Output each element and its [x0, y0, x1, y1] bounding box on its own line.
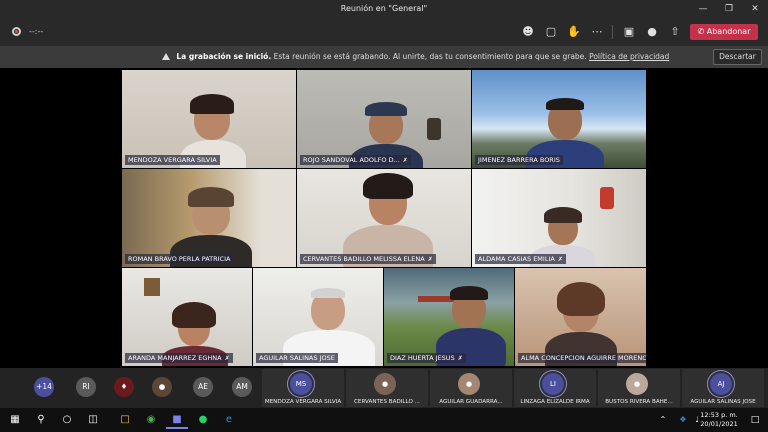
mic-muted-icon: ✗ — [557, 256, 563, 263]
dragon-avatar-icon: ♦ — [120, 382, 128, 391]
more-participants-badge[interactable]: +14 — [34, 377, 54, 397]
mic-muted-icon: ✗ — [402, 157, 408, 164]
participant-name: DIAZ HUERTA JESUS ✗ — [387, 353, 466, 363]
warning-icon — [162, 53, 170, 60]
video-tile[interactable]: ALMA CONCEPCION AGUIRRE MORENO✗ — [515, 268, 646, 366]
roster-tile[interactable]: ● CERVANTES BADILLO ... — [346, 369, 428, 407]
microphone-icon[interactable]: ● — [643, 23, 661, 41]
avatar[interactable]: ♦ — [114, 377, 134, 397]
avatar[interactable]: RI — [76, 377, 96, 397]
share-screen-icon[interactable]: ⇧ — [666, 23, 684, 41]
avatar: AJ — [710, 373, 732, 395]
close-icon[interactable]: ✕ — [742, 0, 768, 18]
mic-muted-icon: ✗ — [224, 355, 230, 362]
title-bar: Reunión en "General" — ❐ ✕ — [0, 0, 768, 18]
window-title: Reunión en "General" — [340, 4, 428, 13]
roster-tile[interactable]: MS MENDOZA VERGARA SILVIA — [262, 369, 344, 407]
person-avatar-icon: ● — [381, 380, 389, 388]
maximize-icon[interactable]: ❐ — [716, 0, 742, 18]
clock-time: 12:53 p. m. — [700, 411, 738, 419]
teams-icon[interactable]: ■ — [166, 411, 188, 429]
mic-muted-icon: ✗ — [427, 256, 433, 263]
minimize-icon[interactable]: — — [690, 0, 716, 18]
roster-name: BUSTOS RIVERA BAHE... — [605, 399, 673, 405]
video-tile[interactable]: ALDAMA CASIAS EMILIA ✗ — [472, 169, 646, 267]
avatar[interactable]: ● — [152, 377, 172, 397]
video-stage: MENDOZA VERGARA SILVIA ROJO SANDOVAL ADO… — [0, 68, 768, 368]
person-avatar-icon: ● — [158, 382, 166, 391]
dismiss-button[interactable]: Descartar — [713, 49, 762, 65]
video-tile[interactable]: CERVANTES BADILLO MELISSA ELENA ✗ — [297, 169, 471, 267]
privacy-policy-link[interactable]: Política de privacidad — [589, 52, 669, 61]
task-view-icon[interactable]: ◫ — [82, 411, 104, 429]
participants-icon[interactable]: ☻ — [519, 23, 537, 41]
video-tile[interactable]: DIAZ HUERTA JESUS ✗ — [384, 268, 514, 366]
phone-icon: ✆ — [697, 27, 705, 36]
roster-tile[interactable]: ● AGUILAR GUADARRA... — [430, 369, 512, 407]
leave-label: Abandonar — [706, 27, 751, 36]
roster-name: MENDOZA VERGARA SILVIA — [264, 399, 342, 405]
clock-date: 20/01/2021 — [700, 420, 738, 428]
participant-name: ARANDA MANJARREZ EGHNA ✗ — [125, 353, 233, 363]
participant-name: ALMA CONCEPCION AGUIRRE MORENO✗ — [518, 353, 646, 363]
taskbar-clock[interactable]: 12:53 p. m. 20/01/2021 — [695, 411, 743, 429]
edge-icon[interactable]: e — [218, 411, 240, 429]
video-tile[interactable]: ROMAN BRAVO PERLA PATRICIA — [122, 169, 296, 267]
chrome-icon[interactable]: ◉ — [140, 411, 162, 429]
participant-name: ALDAMA CASIAS EMILIA ✗ — [475, 254, 566, 264]
search-icon[interactable]: ⚲ — [30, 411, 52, 429]
roster-name: CERVANTES BADILLO ... — [354, 399, 420, 405]
banner-message: Esta reunión se está grabando. Al unirte… — [273, 52, 587, 61]
raise-hand-icon[interactable]: ✋ — [565, 23, 583, 41]
avatar: LI — [542, 373, 564, 395]
taskbar: ▦ ⚲ ○ ◫ □ ◉ ■ ● e ⌃ ❖ ♩ 12:53 p. m. 20/0… — [0, 408, 768, 432]
tray-chevron-icon[interactable]: ⌃ — [652, 411, 674, 429]
person-avatar-icon: ● — [465, 380, 473, 388]
roster-tile[interactable]: LI LINZAGA ELIZALDE IRMA — [514, 369, 596, 407]
video-tile[interactable]: AGUILAR SALINAS JOSE — [253, 268, 383, 366]
mic-muted-icon: ✗ — [457, 355, 463, 362]
participant-name: ROJO SANDOVAL ADOLFO D... ✗ — [300, 155, 411, 165]
video-tile[interactable]: ARANDA MANJARREZ EGHNA ✗ — [122, 268, 252, 366]
toolbar-divider — [612, 25, 613, 39]
file-explorer-icon[interactable]: □ — [114, 411, 136, 429]
avatar: ● — [626, 373, 648, 395]
leave-button[interactable]: ✆ Abandonar — [690, 24, 758, 40]
cortana-icon[interactable]: ○ — [56, 411, 78, 429]
participant-name: AGUILAR SALINAS JOSE — [256, 353, 338, 363]
notifications-icon[interactable]: □ — [744, 411, 766, 429]
roster-name: AGUILAR SALINAS JOSE — [690, 399, 756, 405]
participant-name: JIMENEZ BARRERA BORIS — [475, 155, 563, 165]
avatar: ● — [458, 373, 480, 395]
avatar: MS — [290, 373, 312, 395]
avatar: ● — [374, 373, 396, 395]
whatsapp-icon[interactable]: ● — [192, 411, 214, 429]
meeting-timer: --:-- — [29, 27, 44, 36]
more-options-icon[interactable]: ⋯ — [588, 23, 606, 41]
recording-icon — [12, 27, 21, 36]
meeting-toolbar: --:-- ☻ ▢ ✋ ⋯ ▣ ● ⇧ ✆ Abandonar — [0, 18, 768, 46]
roster-tile[interactable]: ● BUSTOS RIVERA BAHE... — [598, 369, 680, 407]
participant-name: ROMAN BRAVO PERLA PATRICIA — [125, 254, 234, 264]
avatar[interactable]: AE — [193, 377, 213, 397]
participant-name: CERVANTES BADILLO MELISSA ELENA ✗ — [300, 254, 436, 264]
roster-tile[interactable]: AJ AGUILAR SALINAS JOSE — [682, 369, 764, 407]
roster-name: LINZAGA ELIZALDE IRMA — [520, 399, 590, 405]
video-tile[interactable]: ROJO SANDOVAL ADOLFO D... ✗ — [297, 70, 471, 168]
video-tile[interactable]: MENDOZA VERGARA SILVIA — [122, 70, 296, 168]
recording-banner: La grabación se inició. Esta reunión se … — [0, 46, 768, 68]
avatar[interactable]: AM — [232, 377, 252, 397]
participant-name: MENDOZA VERGARA SILVIA — [125, 155, 220, 165]
video-tile[interactable]: JIMENEZ BARRERA BORIS — [472, 70, 646, 168]
roster-name: AGUILAR GUADARRA... — [439, 399, 503, 405]
banner-title: La grabación se inició. — [176, 52, 272, 61]
participant-roster: +14 RI ♦ ● AE AM MS MENDOZA VERGARA SILV… — [0, 368, 768, 408]
windows-start-icon[interactable]: ▦ — [4, 411, 26, 429]
person-avatar-icon: ● — [633, 380, 641, 388]
camera-off-icon[interactable]: ▣ — [620, 23, 638, 41]
chat-icon[interactable]: ▢ — [542, 23, 560, 41]
